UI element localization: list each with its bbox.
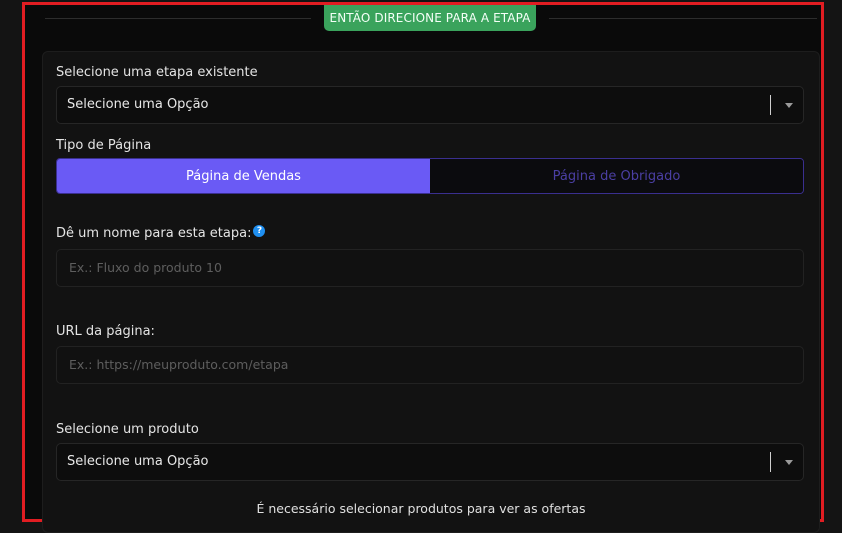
divider-right: [549, 18, 817, 19]
chevron-down-icon[interactable]: [785, 103, 793, 108]
page-type-label: Tipo de Página: [56, 138, 152, 153]
step-name-label: Dê um nome para esta etapa:: [56, 226, 252, 241]
select-separator: [770, 452, 771, 472]
select-separator: [770, 95, 771, 115]
page-url-label: URL da página:: [56, 324, 155, 339]
product-select[interactable]: Selecione uma Opção: [56, 443, 804, 481]
highlighted-region: ENTÃO DIRECIONE PARA A ETAPA Selecione u…: [22, 2, 824, 533]
divider-left: [45, 18, 311, 19]
step-name-field[interactable]: Ex.: Fluxo do produto 10: [56, 249, 804, 287]
page-url-placeholder: Ex.: https://meuproduto.com/etapa: [69, 357, 289, 372]
page-url-field[interactable]: Ex.: https://meuproduto.com/etapa: [56, 346, 804, 384]
page-type-option-sales[interactable]: Página de Vendas: [57, 159, 430, 193]
products-required-note: É necessário selecionar produtos para ve…: [256, 501, 586, 516]
chevron-down-icon[interactable]: [785, 460, 793, 465]
product-select-value: Selecione uma Opção: [67, 454, 209, 469]
page-type-option-thanks[interactable]: Página de Obrigado: [430, 159, 803, 193]
step-name-label-row: Dê um nome para esta etapa:?: [56, 225, 266, 241]
help-icon[interactable]: ?: [253, 225, 266, 237]
page-type-toggle: Página de Vendas Página de Obrigado: [56, 158, 804, 194]
step-name-placeholder: Ex.: Fluxo do produto 10: [69, 260, 222, 275]
step-select[interactable]: Selecione uma Opção: [56, 86, 804, 124]
section-badge: ENTÃO DIRECIONE PARA A ETAPA: [324, 5, 536, 31]
step-select-label: Selecione uma etapa existente: [56, 65, 258, 80]
product-select-label: Selecione um produto: [56, 422, 199, 437]
step-select-value: Selecione uma Opção: [67, 97, 209, 112]
